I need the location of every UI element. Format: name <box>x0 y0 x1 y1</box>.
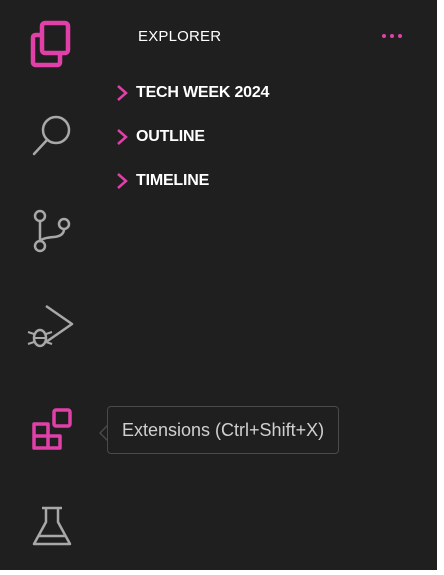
extensions-tooltip: Extensions (Ctrl+Shift+X) <box>107 406 340 454</box>
chevron-right-icon <box>112 126 132 148</box>
sidebar-title: EXPLORER <box>138 28 222 45</box>
section-outline[interactable]: OUTLINE <box>112 124 205 150</box>
section-timeline[interactable]: TIMELINE <box>112 168 209 194</box>
run-debug-icon[interactable] <box>20 294 84 358</box>
section-label: TECH WEEK 2024 <box>136 84 270 101</box>
explorer-files-icon[interactable] <box>20 12 84 76</box>
vscode-window: EXPLORER TECH WEEK 2024 OUTLINE TIMELINE… <box>0 0 437 570</box>
ellipsis-icon[interactable] <box>372 24 412 48</box>
source-control-icon[interactable] <box>20 198 84 262</box>
section-label: TIMELINE <box>136 172 210 189</box>
testing-flask-icon[interactable] <box>20 494 84 558</box>
section-tech-week-2024[interactable]: TECH WEEK 2024 <box>112 80 269 106</box>
chevron-right-icon <box>112 82 132 104</box>
activity-bar <box>0 0 104 570</box>
extensions-icon[interactable] <box>20 398 84 462</box>
search-icon[interactable] <box>20 104 84 168</box>
section-label: OUTLINE <box>136 128 205 145</box>
chevron-right-icon <box>112 170 132 192</box>
explorer-sidebar: EXPLORER TECH WEEK 2024 OUTLINE TIMELINE <box>104 0 437 570</box>
